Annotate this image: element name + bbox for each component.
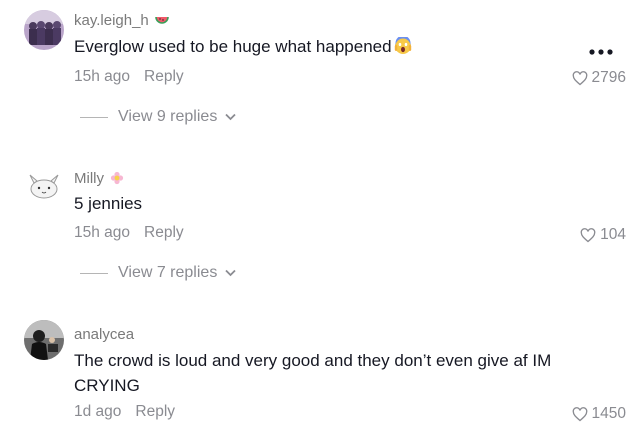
more-options-button[interactable]	[588, 44, 614, 56]
chevron-down-icon	[225, 108, 236, 126]
divider-line	[80, 272, 108, 274]
comment-username[interactable]: Milly	[74, 170, 124, 189]
like-button[interactable]: 2796	[572, 69, 626, 87]
heart-icon	[572, 70, 587, 85]
comment-time: 15h ago	[74, 68, 131, 85]
like-count: 104	[600, 226, 626, 243]
flower-icon	[110, 171, 124, 189]
comment-meta: 15h ago Reply	[74, 224, 184, 242]
user-avatar-image	[24, 10, 64, 50]
reply-button[interactable]: Reply	[144, 224, 184, 241]
more-horizontal-icon	[589, 49, 613, 55]
heart-icon	[580, 227, 596, 242]
comment-text: Everglow used to be huge what happened	[74, 35, 564, 61]
view-replies-button[interactable]: View 9 replies	[80, 108, 236, 126]
view-replies-label: View 7 replies	[118, 264, 218, 281]
view-replies-button[interactable]: View 7 replies	[80, 264, 236, 282]
comment-meta: 1d ago Reply	[74, 403, 175, 421]
view-replies-label: View 9 replies	[118, 108, 218, 125]
heart-icon	[572, 406, 587, 421]
avatar[interactable]	[24, 10, 64, 50]
like-button[interactable]: 1450	[572, 405, 626, 423]
user-avatar-image	[24, 165, 64, 205]
comment-text: 5 jennies	[74, 194, 143, 213]
comment-text: The crowd is loud and very good and they…	[74, 351, 552, 395]
comment-time: 1d ago	[74, 403, 122, 420]
comment-username[interactable]: analycea	[74, 326, 134, 343]
reply-button[interactable]: Reply	[144, 68, 184, 85]
chevron-down-icon	[225, 264, 236, 282]
divider-line	[80, 116, 108, 118]
avatar[interactable]	[24, 165, 64, 205]
comment-time: 15h ago	[74, 224, 131, 241]
comment-meta: 15h ago Reply	[74, 68, 184, 86]
avatar[interactable]	[24, 320, 64, 360]
reply-button[interactable]: Reply	[135, 403, 175, 420]
like-button[interactable]: 104	[580, 226, 626, 244]
watermelon-icon	[155, 13, 169, 31]
comment-username[interactable]: kay.leigh_h	[74, 12, 169, 31]
like-count: 2796	[591, 69, 626, 86]
user-avatar-image	[24, 320, 64, 360]
screaming-face-icon	[394, 35, 412, 61]
like-count: 1450	[591, 405, 626, 422]
